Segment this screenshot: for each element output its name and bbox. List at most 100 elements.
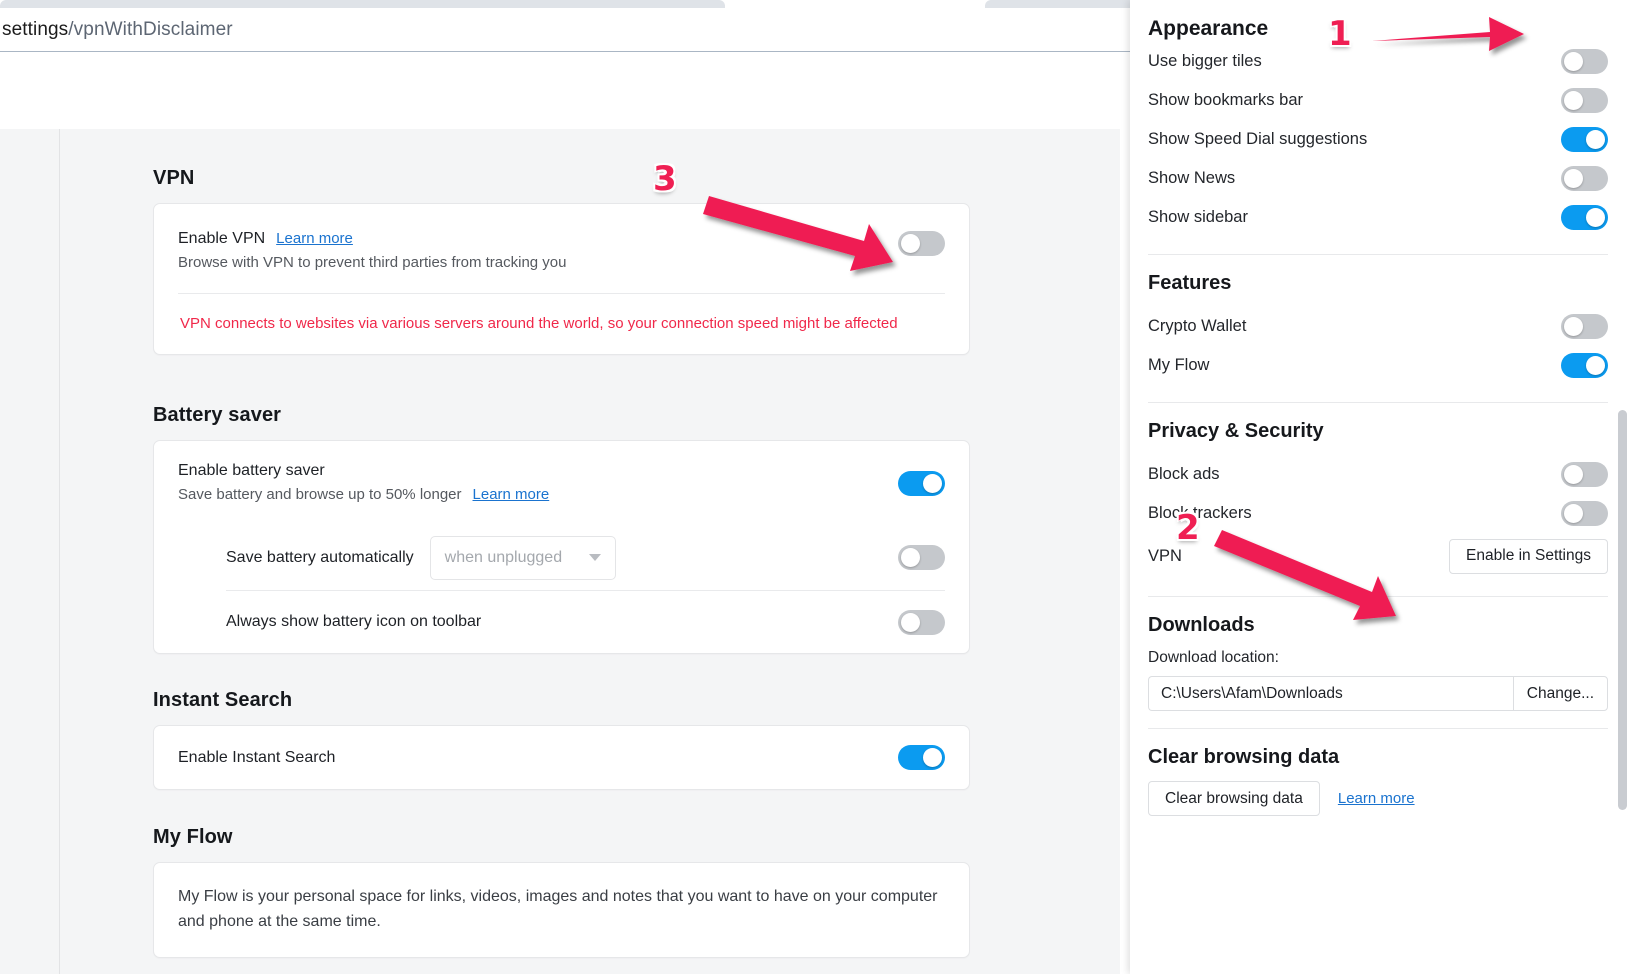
vpn-description: Browse with VPN to prevent third parties…	[178, 254, 567, 272]
my-flow-description: My Flow is your personal space for links…	[178, 888, 938, 930]
show-news-toggle[interactable]	[1561, 166, 1608, 191]
battery-auto-label: Save battery automatically	[226, 548, 414, 566]
features-heading: Features	[1148, 272, 1232, 294]
block-ads-toggle[interactable]	[1561, 462, 1608, 487]
toggle-knob	[1586, 208, 1605, 227]
appearance-item-show-bookmarks-bar: Show bookmarks bar	[1130, 81, 1630, 120]
vpn-enable-row: Enable VPN Learn more Browse with VPN to…	[154, 204, 969, 293]
appearance-item-show-sidebar: Show sidebar	[1130, 198, 1630, 237]
battery-enable-text: Enable battery saver Save battery and br…	[178, 459, 898, 507]
settings-area: VPN Enable VPN Learn more Browse with VP…	[0, 129, 1120, 974]
change-download-location-button[interactable]: Change...	[1512, 676, 1608, 711]
show-speed-dial-suggestions-toggle[interactable]	[1561, 127, 1608, 152]
vpn-enable-toggle[interactable]	[898, 231, 945, 256]
toggle-knob	[923, 748, 942, 767]
clear-browsing-data-group: Clear browsing data Learn more	[1130, 781, 1630, 816]
show-bookmarks-bar-toggle[interactable]	[1561, 88, 1608, 113]
item-label: Show Speed Dial suggestions	[1148, 130, 1368, 148]
toggle-knob	[1564, 52, 1583, 71]
clear-browsing-learn-more-link[interactable]: Learn more	[1338, 790, 1415, 807]
toggle-knob	[1564, 504, 1583, 523]
panel-divider	[1148, 402, 1608, 403]
my-flow-toggle[interactable]	[1561, 353, 1608, 378]
settings-header	[0, 52, 1120, 129]
battery-icon-toggle[interactable]	[898, 609, 945, 635]
section-battery-saver: Battery saver Enable battery saver Save …	[153, 404, 970, 654]
toggle-knob	[901, 612, 920, 632]
toggle-knob	[1586, 356, 1605, 375]
battery-card: Enable battery saver Save battery and br…	[153, 440, 970, 654]
toggle-knob	[923, 473, 942, 493]
vpn-enable-text: Enable VPN Learn more Browse with VPN to…	[178, 227, 898, 275]
toggle-knob	[1564, 465, 1583, 484]
appearance-item-show-speed-dial-suggestions: Show Speed Dial suggestions	[1130, 120, 1630, 159]
battery-enable-row: Enable battery saver Save battery and br…	[154, 441, 969, 525]
annotation-marker-2: 2	[1176, 508, 1200, 548]
my-flow-section-title: My Flow	[153, 826, 233, 848]
browser-tab[interactable]	[0, 0, 725, 8]
battery-enable-sub-line: Save battery and browse up to 50% longer…	[178, 484, 898, 507]
features-item-my-flow: My Flow	[1130, 346, 1630, 385]
toggle-knob	[1586, 130, 1605, 149]
screenshot-root: settings/vpnWithDisclaimer VPN Enable VP…	[0, 0, 1630, 974]
use-bigger-tiles-toggle[interactable]	[1561, 49, 1608, 74]
battery-icon-label: Always show battery icon on toolbar	[226, 613, 482, 630]
appearance-list: Use bigger tiles Show bookmarks bar Show…	[1130, 42, 1630, 237]
appearance-item-use-bigger-tiles: Use bigger tiles	[1130, 42, 1630, 81]
battery-auto-select-value: when unplugged	[444, 548, 563, 566]
features-item-crypto-wallet: Crypto Wallet	[1130, 307, 1630, 346]
enable-in-settings-button[interactable]: Enable in Settings	[1449, 538, 1608, 574]
battery-icon-row: Always show battery icon on toolbar	[154, 591, 969, 653]
show-sidebar-toggle[interactable]	[1561, 205, 1608, 230]
toggle-knob	[901, 234, 920, 253]
appearance-heading: Appearance	[1148, 17, 1269, 40]
vpn-learn-more-link[interactable]: Learn more	[276, 228, 353, 250]
item-label: Crypto Wallet	[1148, 317, 1247, 335]
crypto-wallet-toggle[interactable]	[1561, 314, 1608, 339]
vpn-disclaimer-text: VPN connects to websites via various ser…	[180, 315, 898, 332]
settings-content: VPN Enable VPN Learn more Browse with VP…	[61, 129, 1120, 974]
battery-enable-label: Enable battery saver	[178, 462, 325, 480]
item-label: Block ads	[1148, 465, 1220, 483]
item-label: Show News	[1148, 169, 1236, 187]
annotation-marker-1: 1	[1328, 14, 1352, 54]
panel-divider	[1148, 596, 1608, 597]
battery-auto-row: Save battery automatically when unplugge…	[154, 525, 969, 590]
item-label: Show sidebar	[1148, 208, 1248, 226]
clear-browsing-data-heading: Clear browsing data	[1148, 746, 1340, 768]
appearance-item-show-news: Show News	[1130, 159, 1630, 198]
toggle-knob	[1564, 317, 1583, 336]
downloads-heading: Downloads	[1148, 614, 1255, 636]
privacy-item-vpn: VPN Enable in Settings	[1130, 533, 1630, 579]
battery-learn-more-link[interactable]: Learn more	[473, 484, 550, 507]
vpn-label: VPN	[1148, 546, 1182, 565]
easy-setup-panel: Appearance Use bigger tiles Show bookmar…	[1130, 0, 1630, 974]
block-trackers-toggle[interactable]	[1561, 501, 1608, 526]
url-page: vpnWithDisclaimer	[73, 19, 233, 40]
instant-search-section-title: Instant Search	[153, 689, 293, 711]
battery-auto-toggle[interactable]	[898, 545, 945, 570]
vpn-card: Enable VPN Learn more Browse with VPN to…	[153, 203, 970, 355]
battery-auto-select[interactable]: when unplugged	[429, 535, 616, 580]
panel-divider	[1148, 728, 1608, 729]
url-text: settings/vpnWithDisclaimer	[0, 19, 233, 41]
panel-scrollbar-thumb[interactable]	[1618, 410, 1627, 810]
section-my-flow: My Flow My Flow is your personal space f…	[153, 826, 970, 958]
chevron-down-icon	[588, 554, 601, 561]
download-location-label: Download location:	[1148, 649, 1279, 666]
download-location-field[interactable]: C:\Users\Afam\Downloads	[1148, 676, 1513, 711]
section-instant-search: Instant Search Enable Instant Search	[153, 689, 970, 790]
vpn-enable-label: Enable VPN	[178, 230, 266, 247]
annotation-marker-3: 3	[653, 159, 677, 199]
toggle-knob	[901, 548, 920, 567]
toggle-knob	[1564, 91, 1583, 110]
instant-search-row: Enable Instant Search	[154, 726, 969, 789]
settings-nav-column[interactable]	[0, 129, 60, 974]
instant-search-toggle[interactable]	[898, 745, 945, 770]
features-list: Crypto Wallet My Flow	[1130, 307, 1630, 385]
privacy-list: Block ads Block trackers VPN Enable in S…	[1130, 455, 1630, 579]
battery-enable-toggle[interactable]	[898, 470, 945, 496]
privacy-item-block-ads: Block ads	[1130, 455, 1630, 494]
clear-browsing-data-button[interactable]: Clear browsing data	[1148, 781, 1320, 816]
my-flow-card: My Flow is your personal space for links…	[153, 862, 970, 958]
